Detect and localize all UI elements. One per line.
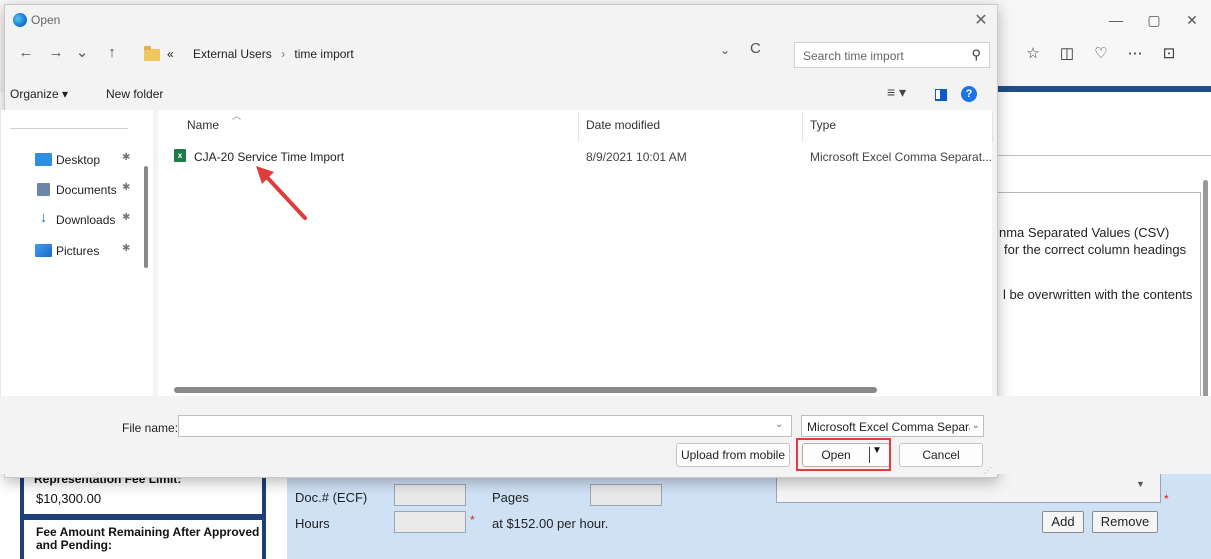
doc-number-label: Doc.# (ECF) — [295, 490, 368, 505]
help-icon[interactable]: ? — [961, 86, 977, 102]
file-type-select[interactable]: Microsoft Excel Comma Separat ⌄ — [801, 415, 984, 437]
back-arrow-icon[interactable]: ← — [14, 38, 38, 68]
file-date-modified: 8/9/2021 10:01 AM — [586, 150, 687, 164]
file-type-value: Microsoft Excel Comma Separat — [807, 420, 980, 434]
hours-label: Hours — [295, 516, 330, 531]
dialog-titlebar: Open ✕ — [5, 5, 997, 37]
hourly-rate-text: at $152.00 per hour. — [492, 516, 609, 531]
column-divider[interactable] — [578, 112, 579, 142]
sidebar-item-label: Downloads — [56, 213, 116, 227]
column-header-date-modified[interactable]: Date modified — [586, 118, 660, 132]
file-list-horizontal-scrollbar[interactable] — [174, 387, 877, 393]
arrow-shaft — [262, 172, 307, 220]
view-menu-icon[interactable]: ≡ ▾ — [887, 84, 906, 101]
window-close-button[interactable]: ✕ — [1173, 8, 1211, 32]
annotation-arrow-icon — [256, 166, 307, 220]
resize-grip-icon[interactable]: ⋰ — [984, 466, 992, 475]
add-button[interactable]: Add — [1042, 511, 1084, 533]
textarea-scroll-down-icon[interactable]: ▼ — [1136, 479, 1145, 489]
upload-from-mobile-button[interactable]: Upload from mobile — [676, 443, 790, 467]
column-divider[interactable] — [802, 112, 803, 142]
pin-icon: ✱ — [122, 152, 131, 163]
sidebar-item-pictures[interactable]: Pictures ✱ — [35, 241, 145, 261]
desktop-icon — [35, 153, 52, 166]
doc-number-input[interactable] — [394, 484, 466, 506]
breadcrumb: « External Users › time import — [167, 47, 354, 61]
window-controls: — ▢ ✕ — [1097, 8, 1211, 32]
fee-remaining-label: Fee Amount Remaining After Approved and … — [36, 525, 260, 552]
highlight-box — [796, 438, 891, 471]
file-name-label: File name: — [122, 421, 179, 435]
minimize-button[interactable]: — — [1097, 8, 1135, 32]
downloads-icon: ↓ — [39, 209, 48, 226]
breadcrumb-overflow[interactable]: « — [167, 47, 174, 61]
description-required-mark: * — [1164, 492, 1169, 506]
address-bar[interactable]: « External Users › time import — [139, 42, 790, 68]
nav-divider — [10, 128, 128, 129]
restore-button[interactable]: ▢ — [1135, 8, 1173, 32]
pictures-icon — [35, 244, 52, 257]
file-type: Microsoft Excel Comma Separat... — [810, 150, 993, 164]
pages-input[interactable] — [590, 484, 662, 506]
organize-menu[interactable]: Organize ▾ — [10, 87, 68, 101]
recent-locations-chevron-icon[interactable]: ⌄ — [70, 38, 94, 68]
hours-input[interactable] — [394, 511, 466, 533]
excel-icon: x — [174, 149, 186, 162]
sidebar-item-documents[interactable]: Documents ✱ — [35, 180, 145, 200]
panel-separator — [24, 514, 262, 520]
address-dropdown-icon[interactable]: ⌄ — [720, 43, 730, 57]
remove-button[interactable]: Remove — [1092, 511, 1158, 533]
search-input[interactable]: Search time import ⚲ — [794, 42, 990, 68]
navigation-scrollbar[interactable] — [144, 166, 148, 268]
up-arrow-icon[interactable]: ↑ — [100, 38, 124, 68]
search-placeholder: Search time import — [803, 49, 904, 63]
hours-required-mark: * — [470, 513, 475, 527]
instructions-line-3: l be overwritten with the contents — [1003, 287, 1193, 302]
documents-icon — [37, 183, 50, 196]
breadcrumb-separator: › — [281, 47, 286, 61]
edge-logo-icon — [13, 13, 27, 27]
dialog-close-icon[interactable]: ✕ — [971, 11, 991, 31]
dialog-nav-row: ← → ⌄ ↑ « External Users › time import — [0, 38, 1211, 68]
new-folder-button[interactable]: New folder — [106, 87, 163, 101]
rep-fee-limit-value: $10,300.00 — [36, 491, 102, 506]
sidebar-item-downloads[interactable]: ↓ Downloads ✱ — [35, 210, 145, 230]
pin-icon: ✱ — [122, 243, 131, 254]
page-divider — [997, 155, 1211, 156]
file-name-input[interactable] — [178, 415, 792, 437]
page-scrollbar[interactable] — [1203, 180, 1208, 430]
folder-icon — [144, 46, 160, 61]
search-icon: ⚲ — [971, 47, 981, 62]
sort-caret-icon: ︿ — [232, 111, 242, 121]
breadcrumb-external-users[interactable]: External Users — [193, 47, 272, 61]
column-header-type[interactable]: Type — [810, 118, 836, 132]
forward-arrow-icon[interactable]: → — [44, 38, 68, 68]
column-divider[interactable] — [992, 112, 993, 142]
sidebar-item-label: Desktop — [56, 153, 101, 167]
pin-icon: ✱ — [122, 212, 131, 223]
sidebar-item-desktop[interactable]: Desktop ✱ — [35, 150, 145, 170]
breadcrumb-time-import[interactable]: time import — [294, 47, 353, 61]
column-header-name[interactable]: Name — [187, 118, 219, 132]
chevron-down-icon: ⌄ — [969, 420, 980, 431]
sidebar-item-label: Pictures — [56, 244, 100, 258]
pages-label: Pages — [492, 490, 529, 505]
instructions-line-1: nma Separated Values (CSV) — [999, 225, 1170, 240]
file-name-dropdown-icon[interactable]: ⌄ — [775, 419, 783, 430]
refresh-icon[interactable]: C — [750, 40, 761, 57]
dialog-toolbar: Organize ▾ New folder ≡ ▾ — [0, 82, 1211, 108]
dialog-title: Open — [31, 13, 61, 27]
pin-icon: ✱ — [122, 182, 131, 193]
sidebar-item-label: Documents — [56, 183, 117, 197]
cancel-button[interactable]: Cancel — [899, 443, 983, 467]
instructions-line-2: for the correct column headings — [1004, 242, 1187, 257]
preview-pane-icon[interactable] — [935, 89, 947, 101]
